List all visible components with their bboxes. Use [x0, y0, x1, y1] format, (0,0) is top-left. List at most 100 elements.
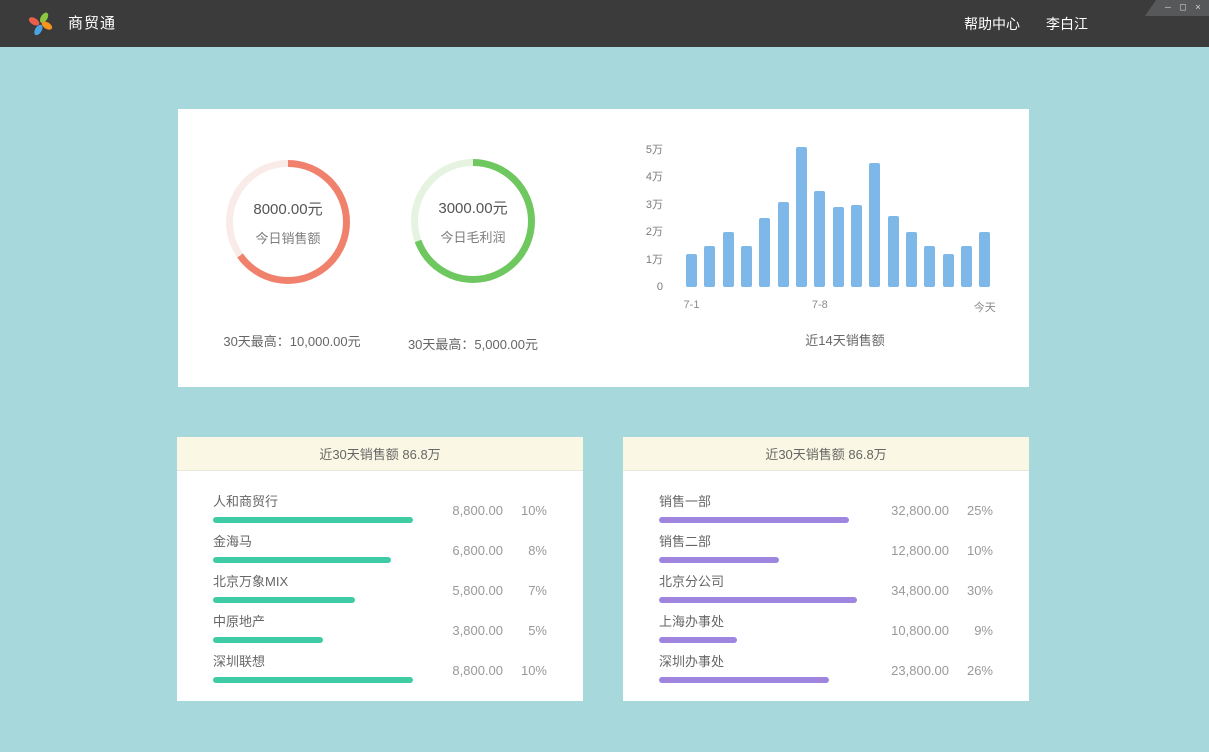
list-item-bar-fill	[213, 517, 413, 523]
daily-sales-bar	[704, 246, 715, 287]
list-item: 中原地产 3,800.00 5%	[213, 611, 547, 651]
list-item-percent: 10%	[503, 663, 547, 691]
list-item: 深圳办事处 23,800.00 26%	[659, 651, 993, 691]
list-item-name: 金海马	[213, 531, 423, 550]
list-item-percent: 25%	[949, 503, 993, 531]
y-axis-tick-label: 4万	[628, 171, 663, 183]
list-item-left: 销售一部	[659, 491, 869, 531]
today-profit-donut: 3000.00元 今日毛利润	[411, 159, 535, 283]
list-item-bar-track	[213, 557, 413, 563]
list-item-percent: 10%	[949, 543, 993, 571]
list-item-name: 人和商贸行	[213, 491, 423, 510]
list-item-name: 上海办事处	[659, 611, 869, 630]
daily-sales-bar	[924, 246, 935, 287]
daily-sales-bar	[906, 232, 917, 287]
daily-sales-bar	[814, 191, 825, 287]
list-item: 上海办事处 10,800.00 9%	[659, 611, 993, 651]
close-icon[interactable]: ×	[1195, 3, 1201, 13]
list-item-name: 深圳办事处	[659, 651, 869, 670]
pinwheel-logo-icon	[27, 10, 54, 37]
sales-14d-chart-title: 近14天销售额	[655, 330, 1035, 349]
list-item: 北京分公司 34,800.00 30%	[659, 571, 993, 611]
username-link[interactable]: 李白江	[1046, 14, 1088, 34]
list-item-bar-fill	[659, 597, 857, 603]
list-item-percent: 26%	[949, 663, 993, 691]
list-item-left: 金海马	[213, 531, 423, 571]
window-controls: — □ ×	[1145, 0, 1209, 16]
y-axis-tick-label: 0	[628, 281, 663, 293]
list-item-values: 32,800.00 25%	[869, 491, 993, 531]
department-panel-title: 近30天销售额 86.8万	[623, 437, 1029, 471]
today-sales-donut-center: 8000.00元 今日销售额	[233, 167, 343, 277]
list-item-bar-track	[213, 597, 413, 603]
list-item-name: 销售一部	[659, 491, 869, 510]
list-item-values: 5,800.00 7%	[423, 571, 547, 611]
list-item-amount: 8,800.00	[423, 503, 503, 531]
x-axis-tick-label: 7-1	[672, 299, 712, 311]
list-item-bar-track	[213, 677, 413, 683]
customer-panel-title: 近30天销售额 86.8万	[177, 437, 583, 471]
daily-sales-bar	[888, 216, 899, 288]
list-item-left: 上海办事处	[659, 611, 869, 651]
help-center-link[interactable]: 帮助中心	[964, 14, 1020, 34]
maximize-icon[interactable]: □	[1180, 3, 1186, 13]
daily-sales-bar	[833, 207, 844, 287]
list-item-values: 23,800.00 26%	[869, 651, 993, 691]
list-item-bar-fill	[659, 517, 849, 523]
list-item-bar-track	[659, 597, 859, 603]
list-item-percent: 30%	[949, 583, 993, 611]
daily-sales-bar	[759, 218, 770, 287]
list-item-left: 深圳联想	[213, 651, 423, 691]
list-item-bar-fill	[213, 557, 391, 563]
list-item-left: 中原地产	[213, 611, 423, 651]
list-item-bar-fill	[659, 557, 779, 563]
list-item-bar-track	[659, 677, 859, 683]
list-item-values: 10,800.00 9%	[869, 611, 993, 651]
list-item-amount: 5,800.00	[423, 583, 503, 611]
list-item-percent: 8%	[503, 543, 547, 571]
list-item-percent: 9%	[949, 623, 993, 651]
daily-sales-bar	[778, 202, 789, 287]
list-item-values: 6,800.00 8%	[423, 531, 547, 571]
list-item-left: 深圳办事处	[659, 651, 869, 691]
list-item-values: 8,800.00 10%	[423, 491, 547, 531]
list-item: 销售一部 32,800.00 25%	[659, 491, 993, 531]
list-item-bar-track	[213, 517, 413, 523]
customer-sales-panel: 近30天销售额 86.8万 人和商贸行 8,800.00 10% 金海马 6,8…	[177, 437, 583, 701]
list-item-bar-track	[659, 557, 859, 563]
list-item-values: 3,800.00 5%	[423, 611, 547, 651]
topbar: 商贸通 帮助中心 李白江 — □ ×	[0, 0, 1209, 47]
list-item-amount: 10,800.00	[869, 623, 949, 651]
daily-sales-bar	[686, 254, 697, 287]
list-item-bar-fill	[213, 677, 413, 683]
list-item-name: 北京万象MIX	[213, 571, 423, 590]
list-item-left: 北京分公司	[659, 571, 869, 611]
daily-sales-bar	[961, 246, 972, 287]
daily-sales-bar	[851, 205, 862, 288]
list-item: 金海马 6,800.00 8%	[213, 531, 547, 571]
y-axis-tick-label: 2万	[628, 226, 663, 238]
list-item-left: 北京万象MIX	[213, 571, 423, 611]
list-item-bar-track	[659, 517, 859, 523]
list-item-amount: 32,800.00	[869, 503, 949, 531]
list-item-bar-fill	[213, 637, 323, 643]
overview-card: 8000.00元 今日销售额 30天最高：10,000.00元 3000.00元…	[178, 109, 1029, 387]
sales-14d-bar-chart: 5万4万3万2万1万07-17-8今天	[628, 139, 1008, 329]
list-item-values: 34,800.00 30%	[869, 571, 993, 611]
app-title: 商贸通	[68, 0, 116, 47]
minimize-icon[interactable]: —	[1165, 3, 1171, 13]
list-item-amount: 8,800.00	[423, 663, 503, 691]
list-item-amount: 23,800.00	[869, 663, 949, 691]
y-axis-tick-label: 1万	[628, 254, 663, 266]
list-item-name: 北京分公司	[659, 571, 869, 590]
list-item-amount: 6,800.00	[423, 543, 503, 571]
list-item-bar-fill	[659, 677, 829, 683]
today-sales-donut: 8000.00元 今日销售额	[226, 160, 350, 284]
list-item-name: 销售二部	[659, 531, 869, 550]
today-profit-label: 今日毛利润	[440, 227, 505, 246]
daily-sales-bar	[869, 163, 880, 287]
list-item-left: 销售二部	[659, 531, 869, 571]
x-axis-tick-label: 7-8	[800, 299, 840, 311]
topbar-links: 帮助中心 李白江	[964, 0, 1088, 47]
list-item: 人和商贸行 8,800.00 10%	[213, 491, 547, 531]
